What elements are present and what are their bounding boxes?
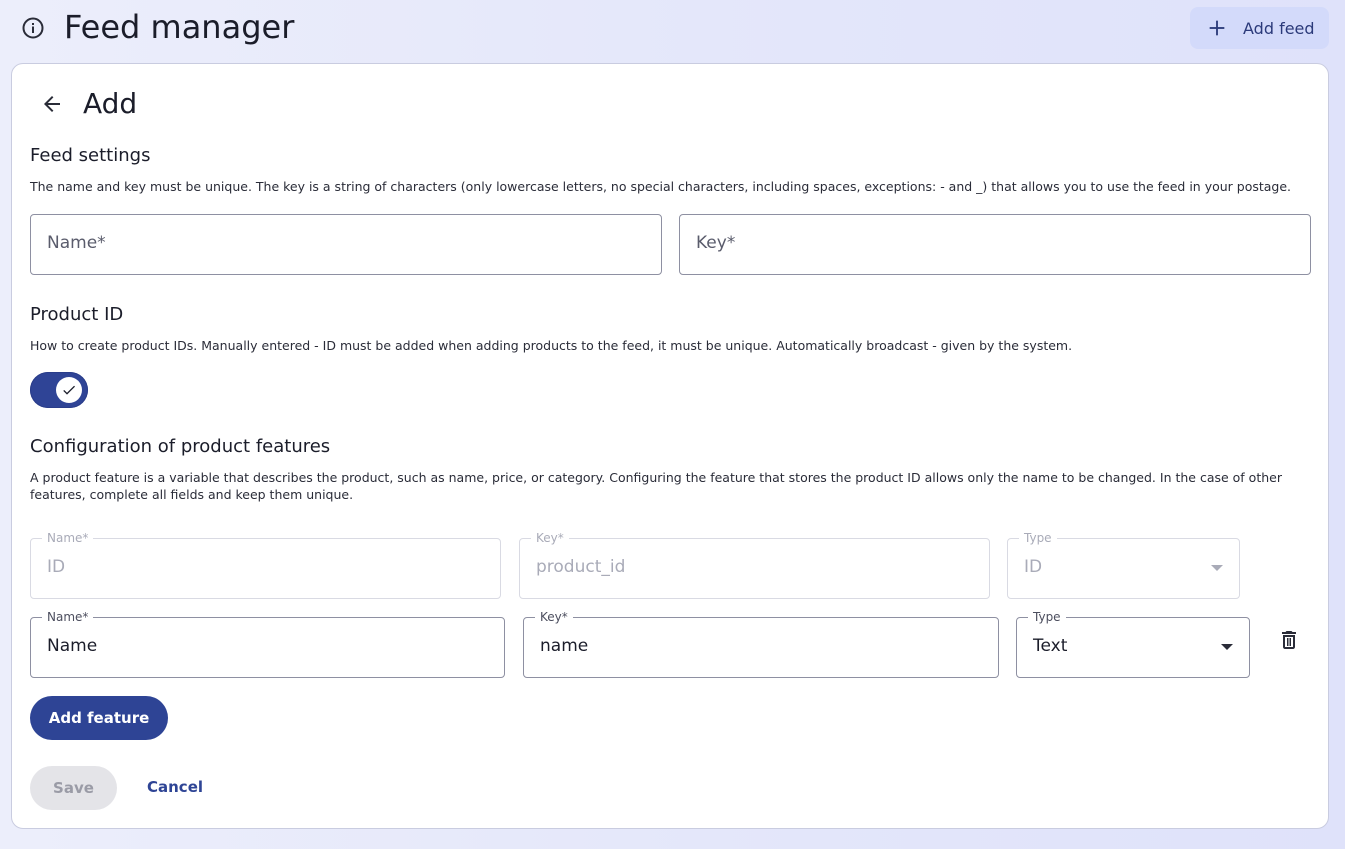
product-id-description: How to create product IDs. Manually ente… — [30, 338, 1073, 353]
feature-type-select[interactable]: Type Text — [1016, 609, 1250, 678]
feature-key-value: name — [540, 636, 589, 656]
feature-name-field[interactable]: Name* Name — [30, 609, 505, 678]
feature-type-select: Type ID — [1007, 530, 1240, 599]
feed-settings-description: The name and key must be unique. The key… — [30, 179, 1292, 194]
feed-key-placeholder: Key* — [696, 233, 736, 253]
cancel-button[interactable]: Cancel — [147, 778, 203, 796]
feature-type-value: ID — [1024, 557, 1043, 577]
feature-key-field[interactable]: Key* name — [523, 609, 999, 678]
feed-settings-title: Feed settings — [30, 145, 151, 166]
feature-type-label: Type — [1028, 609, 1066, 625]
top-bar: Feed manager Add feed — [0, 0, 1345, 58]
arrow-back-icon[interactable] — [40, 92, 64, 116]
feed-name-input[interactable]: Name* — [30, 214, 662, 275]
chevron-down-icon — [1211, 565, 1223, 571]
feature-type-label: Type — [1019, 530, 1057, 546]
delete-icon[interactable] — [1277, 628, 1301, 652]
plus-icon — [1209, 20, 1225, 36]
feature-key-label: Key* — [531, 530, 569, 546]
add-feed-card: Add Feed settings The name and key must … — [11, 63, 1329, 829]
chevron-down-icon — [1221, 644, 1233, 650]
feature-name-value: Name — [47, 636, 98, 656]
feed-key-input[interactable]: Key* — [679, 214, 1311, 275]
app-title: Feed manager — [64, 8, 295, 46]
feed-name-placeholder: Name* — [47, 233, 106, 253]
feature-name-label: Name* — [42, 530, 94, 546]
feature-name-field: Name* ID — [30, 530, 501, 599]
product-id-title: Product ID — [30, 304, 124, 325]
features-title: Configuration of product features — [30, 436, 331, 457]
page-title: Add — [83, 87, 138, 120]
feature-type-value: Text — [1033, 636, 1068, 656]
feature-key-field: Key* product_id — [519, 530, 990, 599]
info-icon[interactable] — [21, 16, 45, 40]
add-feature-button[interactable]: Add feature — [30, 696, 168, 740]
features-description: A product feature is a variable that des… — [30, 470, 1282, 502]
feature-key-label: Key* — [535, 609, 573, 625]
add-feed-button[interactable]: Add feed — [1190, 7, 1329, 49]
feature-key-value: product_id — [536, 557, 626, 577]
save-button[interactable]: Save — [30, 766, 117, 810]
product-id-toggle[interactable] — [30, 372, 88, 408]
feature-name-label: Name* — [42, 609, 94, 625]
feature-name-value: ID — [47, 557, 66, 577]
check-icon — [63, 385, 75, 395]
add-feed-label: Add feed — [1243, 18, 1315, 38]
toggle-knob — [56, 377, 82, 403]
